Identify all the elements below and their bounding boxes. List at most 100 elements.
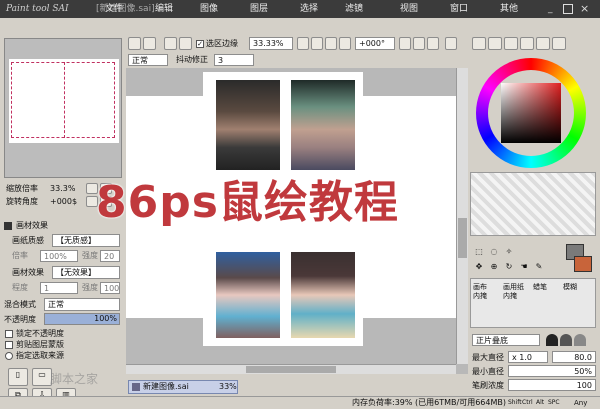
invert-selection-button[interactable] (179, 37, 192, 50)
menu-layer[interactable]: 图层 (250, 0, 268, 18)
navigator-preview (9, 59, 119, 143)
menu-edit[interactable]: 编辑 (155, 0, 173, 18)
eyedropper-icon[interactable]: ✎ (533, 261, 545, 273)
clipping-mask-checkbox[interactable] (5, 341, 13, 349)
rotation-field[interactable]: +000° (355, 37, 395, 50)
min-size-field[interactable]: 50% (508, 365, 596, 377)
max-size-multiplier[interactable]: x 1.0 (508, 351, 548, 363)
opacity-slider[interactable]: 100% (44, 313, 120, 325)
lock-opacity-label: 锁定不透明度 (16, 329, 64, 338)
hsv-slider-tab[interactable] (504, 37, 518, 50)
nav-zoom-label: 缩放倍率 (6, 184, 38, 193)
flip-button[interactable] (445, 37, 457, 50)
brush-shape-flat[interactable] (574, 334, 586, 346)
nav-zoom-value[interactable]: 33.3% (50, 184, 75, 194)
any-label: Any (574, 399, 588, 407)
navigator-panel[interactable] (4, 38, 122, 178)
tool-blur[interactable]: 模糊 (563, 283, 591, 307)
rotate-right-button[interactable] (413, 37, 425, 50)
zoom-out-button[interactable] (297, 37, 309, 50)
move-icon[interactable]: ✥ (473, 261, 485, 273)
navigator-viewport-divider (64, 62, 65, 138)
color-mixer-tab[interactable] (520, 37, 534, 50)
rgb-slider-tab[interactable] (488, 37, 502, 50)
paper-scale-field[interactable]: 100% (40, 250, 78, 262)
menu-other[interactable]: 其他 (500, 0, 518, 18)
brush-effect-label: 画材效果 (12, 268, 44, 277)
selection-source-checkbox[interactable] (5, 352, 13, 360)
effect-strength-label: 强度 (82, 283, 98, 292)
menu-select[interactable]: 选择 (300, 0, 318, 18)
paper-scale-label: 倍率 (12, 251, 28, 260)
vertical-scroll-thumb[interactable] (458, 218, 467, 258)
key-alt-indicator: Alt (536, 399, 545, 406)
document-tab[interactable]: 新建图像.sai 33% (128, 380, 238, 394)
nav-rotate-value[interactable]: +000$ (50, 197, 77, 207)
density-field[interactable]: 100 (508, 379, 596, 391)
deselect-button[interactable] (164, 37, 177, 50)
brush-shape-soft[interactable] (560, 334, 572, 346)
new-layer-button[interactable]: ▯ (8, 368, 28, 386)
color-wheel[interactable] (476, 58, 586, 168)
rotate-icon[interactable]: ↻ (503, 261, 515, 273)
opacity-label: 不透明度 (4, 315, 36, 324)
horizontal-scrollbar[interactable] (126, 364, 456, 374)
tool-canvas-inner[interactable]: 画布 内掩 (473, 283, 501, 307)
saturation-value-square[interactable] (501, 83, 561, 143)
status-bar: 内存负荷率:39% (已用6TMB/可用664MB) Shift Ctrl Al… (0, 396, 600, 409)
zoom-fit-button[interactable] (325, 37, 337, 50)
horizontal-scroll-thumb[interactable] (246, 366, 336, 373)
selection-source-label: 指定选取来源 (16, 351, 64, 360)
mode-select[interactable]: 正常 (128, 54, 168, 66)
stabilizer-select[interactable]: 3 (214, 54, 254, 66)
lasso-icon[interactable]: ◌ (488, 246, 500, 258)
stabilizer-label: 抖动修正 (176, 55, 208, 64)
rotate-left-button[interactable] (399, 37, 411, 50)
redo-button[interactable] (143, 37, 156, 50)
tool-grid: 画布 内掩 画用纸 内掩 蜡笔 模糊 (470, 278, 596, 328)
brush-shape-round[interactable] (546, 334, 558, 346)
hand-icon[interactable]: ☚ (518, 261, 530, 273)
paper-texture-select[interactable]: 【无质感】 (52, 234, 120, 247)
background-color-swatch[interactable] (574, 256, 592, 272)
navigator-viewport-frame (11, 62, 115, 138)
minimize-button[interactable]: _ (548, 4, 558, 14)
effect-strength-field[interactable]: 100 (100, 282, 120, 294)
magic-wand-icon[interactable]: ✧ (503, 246, 515, 258)
blend-mode-select[interactable]: 正常 (44, 298, 120, 311)
portrait-woman-painted (291, 252, 355, 338)
menu-window[interactable]: 窗口 (450, 0, 468, 18)
rect-select-icon[interactable]: ⬚ (473, 246, 485, 258)
select-edge-checkbox[interactable]: ✓ (196, 40, 204, 48)
color-wheel-tab[interactable] (472, 37, 486, 50)
scratchpad[interactable] (470, 172, 596, 236)
new-page-icon: ▯ (15, 370, 21, 379)
lock-opacity-checkbox[interactable] (5, 330, 13, 338)
max-size-field[interactable]: 80.0 (552, 351, 596, 363)
zoom-icon[interactable]: ⊕ (488, 261, 500, 273)
tool-crayon[interactable]: 蜡笔 (533, 283, 561, 307)
scratchpad-tab[interactable] (552, 37, 566, 50)
zoom-field[interactable]: 33.33% (249, 37, 293, 50)
rotate-reset-button[interactable] (427, 37, 439, 50)
brush-effect-select[interactable]: 【无效果】 (52, 266, 120, 279)
tool-paper-inner[interactable]: 画用纸 内掩 (503, 283, 531, 307)
undo-button[interactable] (128, 37, 141, 50)
menu-file[interactable]: 文件 (105, 0, 123, 18)
menu-view[interactable]: 视图 (400, 0, 418, 18)
vertical-scrollbar[interactable] (456, 68, 468, 364)
paper-strength-field[interactable]: 20 (100, 250, 120, 262)
menu-image[interactable]: 图像 (200, 0, 218, 18)
brush-blend-select[interactable]: 正片叠底 (472, 334, 540, 346)
select-edge-label: 选区边缘 (206, 39, 238, 48)
zoom-in-button[interactable] (311, 37, 323, 50)
menu-filter[interactable]: 滤镜 (345, 0, 363, 18)
nav-rotate-label: 旋转角度 (6, 197, 38, 206)
max-size-label: 最大直径 (472, 353, 504, 362)
new-folder-button[interactable]: ▭ (32, 368, 52, 386)
swatches-tab[interactable] (536, 37, 550, 50)
close-button[interactable]: × (580, 2, 592, 16)
effect-width-field[interactable]: 1 (40, 282, 78, 294)
maximize-button[interactable] (563, 4, 573, 14)
zoom-reset-button[interactable] (339, 37, 351, 50)
